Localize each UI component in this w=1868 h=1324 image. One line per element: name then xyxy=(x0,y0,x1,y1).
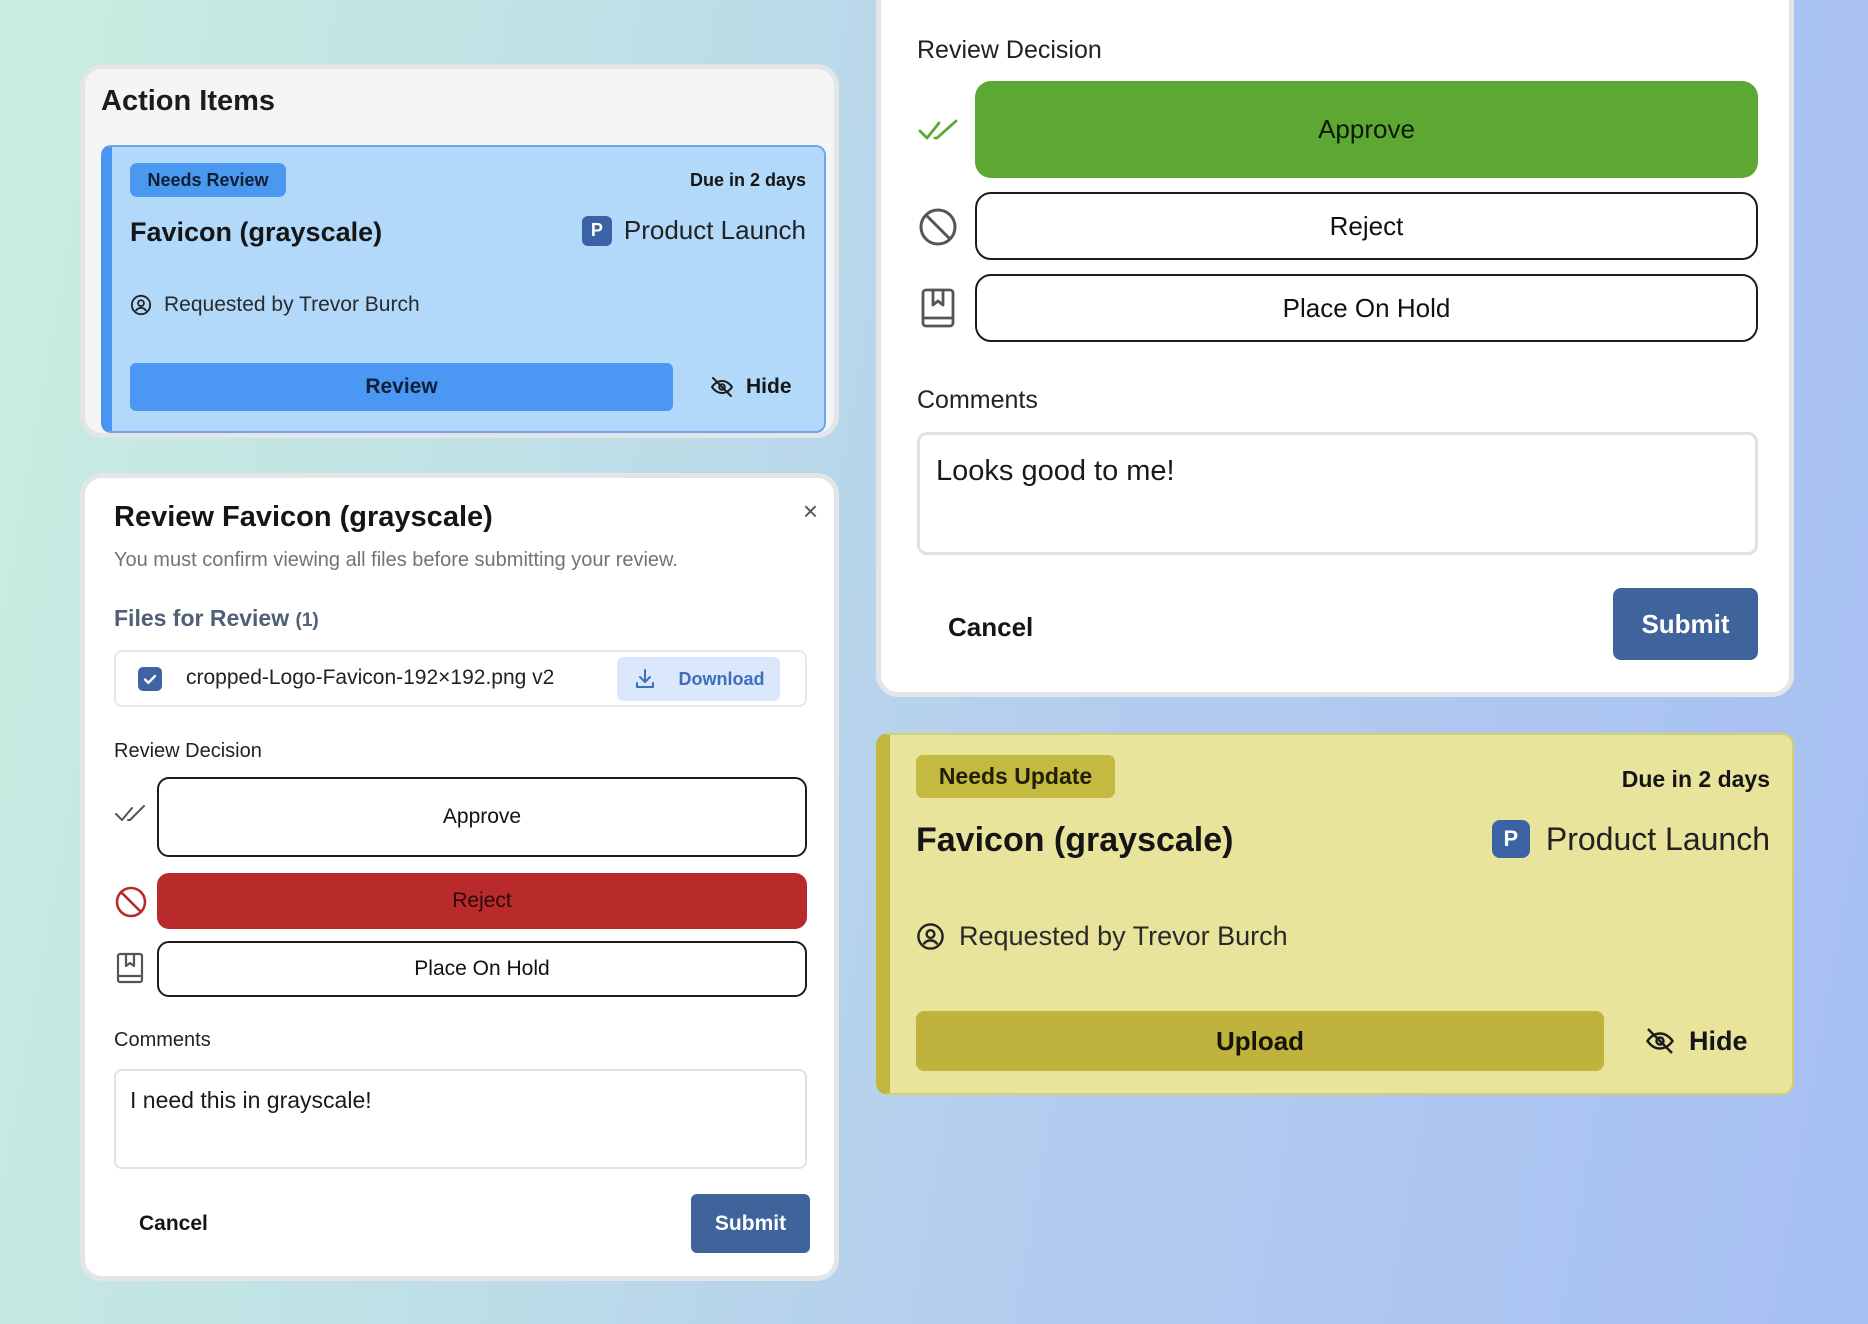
ban-icon xyxy=(918,207,958,247)
comments-textarea[interactable]: I need this in grayscale! xyxy=(114,1069,807,1169)
hide-label: Hide xyxy=(746,375,792,398)
review-button[interactable]: Review xyxy=(130,363,673,411)
reject-button[interactable]: Reject xyxy=(157,873,807,929)
requester-text: Requested by Trevor Burch xyxy=(959,921,1288,951)
action-item-card-update: Needs Update Due in 2 days Favicon (gray… xyxy=(876,733,1794,1095)
due-date: Due in 2 days xyxy=(689,170,806,190)
requester: Requested by Trevor Burch xyxy=(130,293,420,317)
due-date: Due in 2 days xyxy=(1621,766,1770,792)
panel-title: Action Items xyxy=(101,85,276,117)
hide-button[interactable]: Hide xyxy=(1645,1011,1748,1071)
project-name: Product Launch xyxy=(623,215,806,245)
project-avatar: P xyxy=(581,215,612,246)
comments-label: Comments xyxy=(917,386,1038,414)
project-avatar: P xyxy=(1491,820,1530,858)
bookmark-book-icon xyxy=(921,288,955,328)
user-circle-icon xyxy=(916,922,945,951)
item-title: Favicon (grayscale) xyxy=(916,821,1234,859)
user-circle-icon xyxy=(130,294,152,316)
review-modal-small: Review Favicon (grayscale) × You must co… xyxy=(80,473,839,1281)
cancel-button[interactable]: Cancel xyxy=(948,612,1033,643)
project-tag[interactable]: P Product Launch xyxy=(1491,820,1770,858)
submit-button[interactable]: Submit xyxy=(691,1194,810,1253)
close-icon[interactable]: × xyxy=(803,498,818,524)
project-tag[interactable]: P Product Launch xyxy=(581,215,806,246)
approve-button[interactable]: Approve xyxy=(157,777,807,857)
hide-button[interactable]: Hide xyxy=(710,363,792,411)
approve-button[interactable]: Approve xyxy=(975,81,1758,178)
files-heading-label: Files for Review xyxy=(114,605,290,631)
eye-off-icon xyxy=(710,375,734,399)
project-name: Product Launch xyxy=(1545,820,1770,857)
eye-off-icon xyxy=(1645,1026,1675,1056)
review-modal-large: Review Decision Approve Reject Place On … xyxy=(876,0,1794,697)
status-badge: Needs Review xyxy=(130,163,286,197)
requester: Requested by Trevor Burch xyxy=(916,921,1288,952)
place-on-hold-button[interactable]: Place On Hold xyxy=(157,941,807,997)
cancel-button[interactable]: Cancel xyxy=(139,1212,208,1236)
requester-text: Requested by Trevor Burch xyxy=(164,293,420,316)
status-badge: Needs Update xyxy=(916,755,1115,798)
double-check-icon xyxy=(114,804,148,824)
double-check-icon xyxy=(918,119,960,143)
decision-label: Review Decision xyxy=(917,36,1102,64)
checkbox-checked-icon[interactable] xyxy=(138,667,162,691)
modal-title: Review Favicon (grayscale) xyxy=(114,501,493,533)
action-items-panel: Action Items Needs Review Due in 2 days … xyxy=(80,64,839,438)
download-button[interactable]: Download xyxy=(617,657,780,701)
upload-button[interactable]: Upload xyxy=(916,1011,1604,1071)
ban-icon xyxy=(114,885,148,919)
download-icon xyxy=(633,667,657,691)
comments-textarea[interactable]: Looks good to me! xyxy=(917,432,1758,555)
bookmark-book-icon xyxy=(116,952,144,984)
action-item-card-review: Needs Review Due in 2 days Favicon (gray… xyxy=(101,145,826,433)
place-on-hold-button[interactable]: Place On Hold xyxy=(975,274,1758,342)
decision-label: Review Decision xyxy=(114,740,262,762)
file-row: cropped-Logo-Favicon-192×192.png v2 Down… xyxy=(114,650,807,707)
files-count: (1) xyxy=(295,610,319,631)
submit-button[interactable]: Submit xyxy=(1613,588,1758,660)
hide-label: Hide xyxy=(1689,1025,1748,1056)
item-title: Favicon (grayscale) xyxy=(130,217,383,247)
files-heading: Files for Review (1) xyxy=(114,605,319,632)
file-name[interactable]: cropped-Logo-Favicon-192×192.png v2 xyxy=(186,666,554,690)
comments-label: Comments xyxy=(114,1029,211,1051)
modal-subtitle: You must confirm viewing all files befor… xyxy=(114,549,678,571)
reject-button[interactable]: Reject xyxy=(975,192,1758,260)
download-label: Download xyxy=(678,668,765,689)
